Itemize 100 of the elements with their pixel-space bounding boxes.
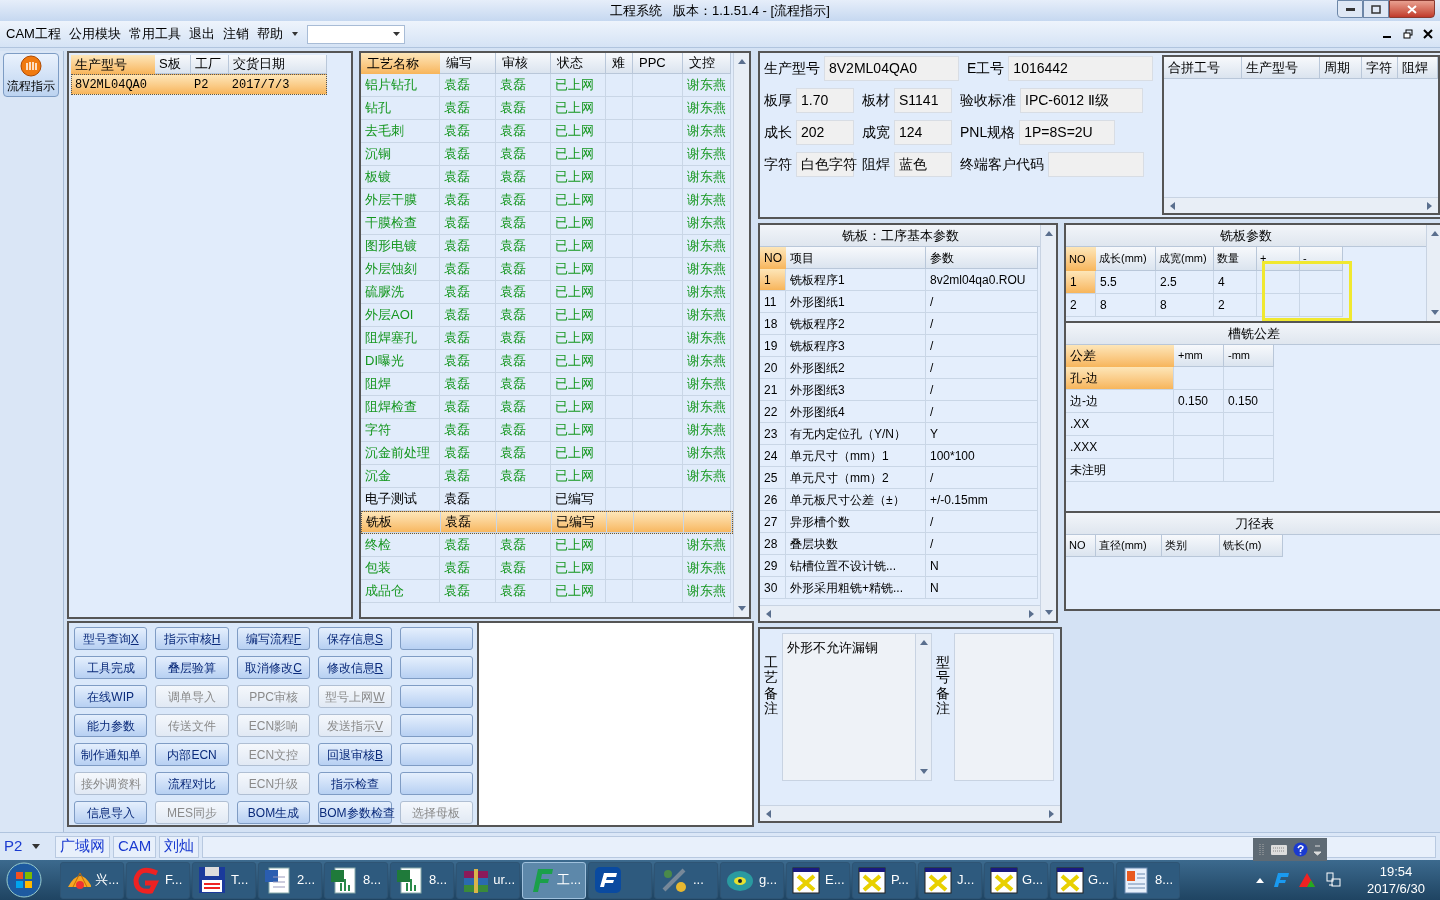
action-button[interactable]: BOM生成	[236, 801, 311, 824]
column-header[interactable]: 审核	[496, 53, 551, 74]
action-button[interactable]: 能力参数	[74, 714, 148, 737]
action-button[interactable]	[399, 743, 473, 766]
field-input[interactable]: 202	[796, 120, 854, 145]
taskbar-button[interactable]: ...	[654, 861, 718, 899]
up-arrow-icon[interactable]	[736, 57, 747, 65]
column-header[interactable]: NO	[1066, 535, 1096, 557]
column-header[interactable]: 编写	[440, 53, 496, 74]
action-button[interactable]: 叠层验算	[155, 656, 229, 679]
column-header[interactable]: PPC	[633, 53, 683, 74]
action-button[interactable]: 取消修改C	[236, 656, 311, 679]
action-button[interactable]: 工具完成	[74, 656, 148, 679]
help-icon[interactable]	[1293, 842, 1308, 857]
action-button[interactable]: 制作通知单	[74, 743, 148, 766]
taskbar-button[interactable]: G...	[984, 861, 1048, 899]
action-button[interactable]: 在线WIP	[74, 685, 148, 708]
action-button[interactable]: 型号查询X	[74, 627, 148, 650]
down-arrow-icon[interactable]	[918, 768, 929, 776]
menu-item[interactable]: 注销	[218, 24, 253, 44]
scrollbar[interactable]	[760, 805, 1060, 821]
menu-item[interactable]: 公用模块	[64, 24, 125, 44]
scrollbar[interactable]	[760, 605, 1040, 621]
taskbar-button[interactable]: T...	[192, 861, 256, 899]
action-button[interactable]: 指示审核H	[155, 627, 229, 650]
taskbar-button[interactable]: E...	[786, 861, 850, 899]
taskbar-button[interactable]: 兴...	[60, 861, 124, 899]
factory-dropdown[interactable]: P2	[4, 835, 52, 858]
column-header[interactable]: 生产型号	[71, 55, 155, 74]
triangle-logo-icon[interactable]	[1298, 871, 1316, 889]
column-header[interactable]: 成宽(mm)	[1156, 247, 1214, 271]
action-button[interactable]	[399, 656, 473, 679]
scrollbar[interactable]	[915, 634, 931, 780]
down-arrow-icon[interactable]	[1429, 309, 1440, 317]
process-row[interactable]: 铣板 袁磊 已编写	[361, 511, 733, 534]
scrollbar[interactable]	[1164, 197, 1438, 213]
taskbar-button[interactable]: 8...	[324, 861, 388, 899]
field-input[interactable]: 1016442	[1008, 56, 1154, 81]
scrollbar[interactable]	[1040, 225, 1056, 621]
dropdown-arrow-icon[interactable]	[290, 31, 299, 37]
field-input[interactable]: 蓝色	[894, 152, 952, 177]
action-button[interactable]: 编写流程F	[236, 627, 311, 650]
close-icon[interactable]	[1423, 29, 1433, 39]
action-button[interactable]	[399, 772, 473, 795]
action-button[interactable]	[399, 714, 473, 737]
nav-button[interactable]: 流程指示	[3, 53, 59, 97]
close-button[interactable]	[1389, 0, 1435, 18]
minimize-button[interactable]	[1337, 0, 1363, 18]
taskbar-button[interactable]: ur...	[456, 861, 520, 899]
column-header[interactable]: 成长(mm)	[1096, 247, 1156, 271]
menu-item[interactable]: 退出	[184, 24, 219, 44]
column-header[interactable]: NO	[760, 247, 786, 269]
up-arrow-icon[interactable]	[1043, 229, 1054, 237]
field-input[interactable]	[1048, 152, 1144, 177]
field-input[interactable]: 124	[894, 120, 952, 145]
column-header[interactable]: 数量	[1214, 247, 1257, 271]
network-icon[interactable]	[1324, 871, 1342, 889]
column-header[interactable]: 字符	[1362, 57, 1398, 79]
start-button-icon[interactable]	[4, 861, 44, 899]
right-arrow-icon[interactable]	[1048, 808, 1056, 819]
taskbar-button[interactable]: 工...	[522, 861, 586, 899]
action-button[interactable]	[399, 627, 473, 650]
column-header[interactable]: 参数	[926, 247, 1038, 269]
column-header[interactable]: 周期	[1320, 57, 1362, 79]
restore-icon[interactable]	[1403, 29, 1413, 39]
column-header[interactable]: NO	[1066, 247, 1096, 271]
taskbar-button[interactable]: g...	[720, 861, 784, 899]
field-input[interactable]: 1.70	[796, 88, 854, 113]
column-header[interactable]: 生产型号	[1242, 57, 1320, 79]
field-input[interactable]: 8V2ML04QA0	[824, 56, 959, 81]
column-header[interactable]: 工厂	[191, 55, 229, 74]
maximize-button[interactable]	[1363, 0, 1389, 18]
taskbar-button[interactable]: G...	[1050, 861, 1114, 899]
column-header[interactable]: 状态	[551, 53, 606, 74]
left-arrow-icon[interactable]	[764, 608, 772, 619]
model-row[interactable]: 8V2ML04QA0 P2 2017/7/3	[71, 74, 327, 95]
action-button[interactable]: 指示检查	[318, 772, 392, 795]
app-logo-icon[interactable]	[1272, 871, 1290, 889]
column-header[interactable]: 类别	[1162, 535, 1220, 557]
down-arrow-icon[interactable]	[1043, 609, 1054, 617]
field-input[interactable]: S1141	[894, 88, 952, 113]
action-button[interactable]: 内部ECN	[155, 743, 229, 766]
column-header[interactable]: -mm	[1224, 345, 1274, 367]
field-input[interactable]: IPC-6012 Ⅱ级	[1020, 88, 1143, 113]
column-header[interactable]: 交货日期	[229, 55, 327, 74]
taskbar-button[interactable]: 2...	[258, 861, 322, 899]
column-header[interactable]: 工艺名称	[361, 53, 440, 74]
right-arrow-icon[interactable]	[1426, 200, 1434, 211]
up-arrow-icon[interactable]	[918, 638, 929, 646]
action-button[interactable]: 回退审核B	[318, 743, 392, 766]
taskbar-button[interactable]: J...	[918, 861, 982, 899]
column-header[interactable]: 难	[606, 53, 633, 74]
action-button[interactable]: 信息导入	[74, 801, 148, 824]
keyboard-icon[interactable]	[1271, 844, 1287, 855]
field-input[interactable]: 1P=8S=2U	[1019, 120, 1116, 145]
action-button[interactable]	[399, 685, 473, 708]
remark-text-area[interactable]: 外形不允许漏铜	[782, 633, 932, 781]
action-button[interactable]: 修改信息R	[318, 656, 392, 679]
column-header[interactable]: 合拼工号	[1164, 57, 1242, 79]
taskbar-button[interactable]: F...	[126, 861, 190, 899]
